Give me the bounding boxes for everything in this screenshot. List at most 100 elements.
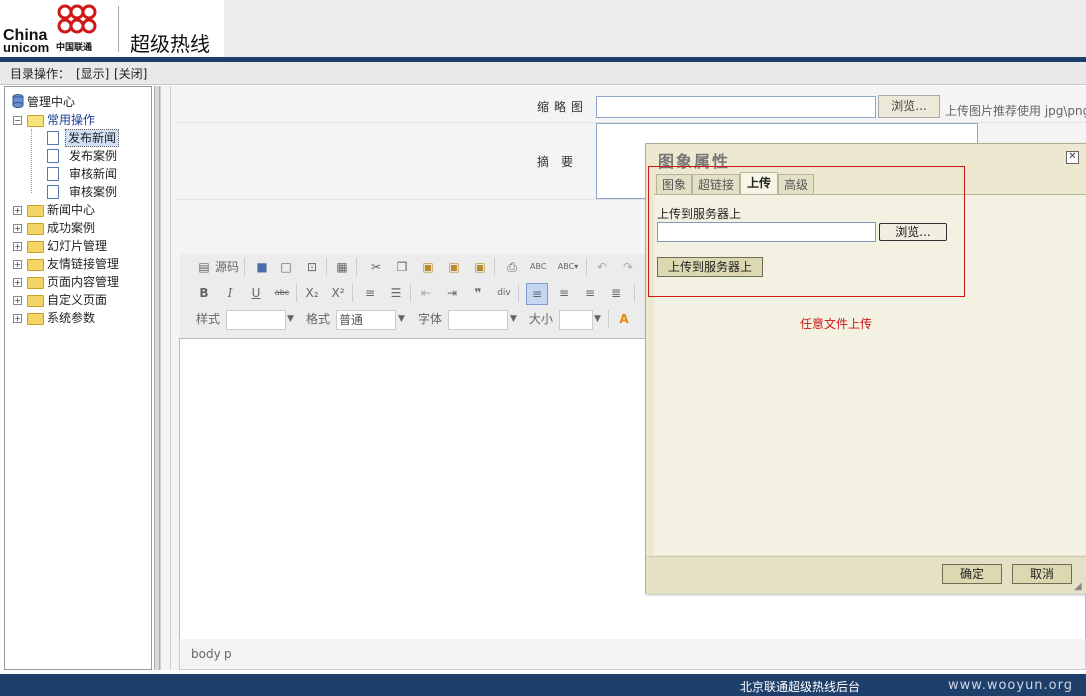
logo-divider xyxy=(118,6,119,52)
bold-icon[interactable]: B xyxy=(196,285,212,301)
sidebar-tree: 管理中心 − 常用操作 发布新闻 发布案例 审核新闻 审核案例 + 新闻中心 +… xyxy=(4,86,152,670)
spellcheck-icon[interactable]: ABC xyxy=(530,259,546,275)
menubar: 目录操作： [显示] [关闭] xyxy=(0,62,1086,85)
path-body[interactable]: body xyxy=(191,647,221,661)
align-center-icon[interactable]: ≡ xyxy=(556,285,572,301)
unicom-knot-icon xyxy=(57,4,97,34)
annotation-text: 任意文件上传 xyxy=(800,317,873,331)
preview-icon[interactable]: ⊡ xyxy=(304,259,320,275)
folder-icon xyxy=(27,313,44,325)
toolbar-row-3: 样式 ▼ 格式 普通 ▼ 字体 ▼ 大小 ▼ A xyxy=(184,308,644,330)
document-icon xyxy=(47,167,59,181)
resize-grip-icon[interactable]: ◢ xyxy=(1074,581,1082,592)
div-container-icon[interactable]: div xyxy=(496,285,512,301)
bulleted-list-icon[interactable]: ☰ xyxy=(388,285,404,301)
folder-icon xyxy=(27,205,44,217)
print-icon[interactable]: ⎙ xyxy=(504,259,520,275)
paste-icon[interactable]: ▣ xyxy=(420,259,436,275)
tree-item-label: 审核案例 xyxy=(69,185,118,199)
toolbar-row-2: B I U abc X₂ X² ≡ ☰ ⇤ ⇥ ❞ div ≡ ≡ ≡ ≣ xyxy=(184,282,644,305)
text-color-icon[interactable]: A xyxy=(616,311,632,327)
save-icon[interactable]: ■ xyxy=(254,259,270,275)
style-label: 样式 xyxy=(196,312,221,326)
tree-folder-label: 新闻中心 xyxy=(47,203,96,217)
cancel-button[interactable]: 取消 xyxy=(1012,564,1072,584)
superscript-icon[interactable]: X² xyxy=(330,285,346,301)
document-icon xyxy=(47,131,59,145)
outdent-icon[interactable]: ⇤ xyxy=(418,285,434,301)
thumb-input[interactable] xyxy=(596,96,876,118)
italic-icon[interactable]: I xyxy=(222,285,238,301)
watermark: www.wooyun.org xyxy=(948,678,1074,693)
tree-item-label: 发布案例 xyxy=(69,149,118,163)
underline-icon[interactable]: U xyxy=(248,285,264,301)
separator xyxy=(356,258,357,276)
cut-icon[interactable]: ✂ xyxy=(368,259,384,275)
collapse-icon[interactable]: − xyxy=(13,116,22,125)
logo: China unicom 中国联通 超级热线 xyxy=(0,0,224,57)
close-icon[interactable]: ✕ xyxy=(1066,151,1079,164)
logo-cn-text: 中国联通 xyxy=(56,43,93,53)
style-select[interactable] xyxy=(226,310,286,330)
document-icon xyxy=(47,149,59,163)
tree-folder-label: 页面内容管理 xyxy=(47,275,120,289)
tree-folder-common[interactable]: − 常用操作 xyxy=(11,111,131,129)
separator xyxy=(518,284,519,302)
expand-icon[interactable]: + xyxy=(13,314,22,323)
menu-close-link[interactable]: [关闭] xyxy=(114,65,147,82)
indent-icon[interactable]: ⇥ xyxy=(444,285,460,301)
separator xyxy=(326,258,327,276)
tree-folder-label: 幻灯片管理 xyxy=(47,239,108,253)
copy-icon[interactable]: ❐ xyxy=(394,259,410,275)
chevron-down-icon[interactable]: ▼ xyxy=(398,311,405,327)
chevron-down-icon[interactable]: ▼ xyxy=(287,311,294,327)
expand-icon[interactable]: + xyxy=(13,224,22,233)
template-icon[interactable]: ▦ xyxy=(334,259,350,275)
separator xyxy=(244,258,245,276)
separator xyxy=(296,284,297,302)
numbered-list-icon[interactable]: ≡ xyxy=(362,285,378,301)
expand-icon[interactable]: + xyxy=(13,296,22,305)
redo-icon[interactable]: ↷ xyxy=(620,259,636,275)
expand-icon[interactable]: + xyxy=(13,206,22,215)
tree-line xyxy=(31,129,33,193)
chevron-down-icon[interactable]: ▼ xyxy=(594,311,601,327)
format-select[interactable]: 普通 xyxy=(336,310,396,330)
site-title: 超级热线 xyxy=(130,32,210,56)
tree-folder-label: 成功案例 xyxy=(47,221,96,235)
expand-icon[interactable]: + xyxy=(13,242,22,251)
new-page-icon[interactable]: □ xyxy=(278,259,294,275)
expand-icon[interactable]: + xyxy=(13,278,22,287)
separator xyxy=(634,284,635,302)
tree-folder-label: 友情链接管理 xyxy=(47,257,120,271)
separator xyxy=(410,284,411,302)
folder-icon xyxy=(27,295,44,307)
separator xyxy=(586,258,587,276)
size-select[interactable] xyxy=(559,310,593,330)
ok-button[interactable]: 确定 xyxy=(942,564,1002,584)
source-button[interactable]: 源码 xyxy=(215,259,239,275)
undo-icon[interactable]: ↶ xyxy=(594,259,610,275)
footer-text: 北京联通超级热线后台 xyxy=(740,680,861,694)
align-right-icon[interactable]: ≡ xyxy=(582,285,598,301)
menu-show-link[interactable]: [显示] xyxy=(76,65,109,82)
paste-word-icon[interactable]: ▣ xyxy=(472,259,488,275)
menubar-label: 目录操作： xyxy=(10,67,71,81)
blockquote-icon[interactable]: ❞ xyxy=(470,285,486,301)
align-left-icon[interactable]: ≡ xyxy=(526,283,548,305)
tree-folder-label: 自定义页面 xyxy=(47,293,108,307)
subscript-icon[interactable]: X₂ xyxy=(304,285,320,301)
element-path-bar: body p xyxy=(179,639,1086,670)
spellcheck-menu-icon[interactable]: ABC▾ xyxy=(556,259,580,275)
expand-icon[interactable]: + xyxy=(13,260,22,269)
path-p[interactable]: p xyxy=(224,647,232,661)
strikethrough-icon[interactable]: abc xyxy=(274,285,290,301)
format-label: 格式 xyxy=(306,312,331,326)
tree-root-label: 管理中心 xyxy=(27,95,76,109)
paste-text-icon[interactable]: ▣ xyxy=(446,259,462,275)
thumb-browse-button[interactable]: 浏览... xyxy=(878,95,940,118)
font-select[interactable] xyxy=(448,310,508,330)
chevron-down-icon[interactable]: ▼ xyxy=(510,311,517,327)
separator xyxy=(608,310,609,328)
justify-icon[interactable]: ≣ xyxy=(608,285,624,301)
